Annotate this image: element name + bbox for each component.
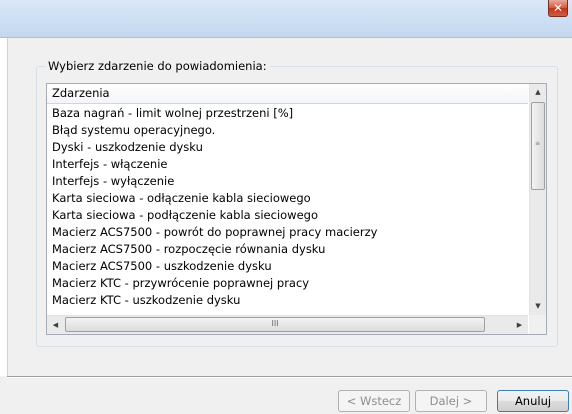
scroll-down-icon[interactable]: ▼ [530, 298, 546, 315]
cancel-button[interactable]: Anuluj [497, 390, 569, 412]
grip-icon: ≡ [535, 140, 541, 147]
list-item[interactable]: Macierz ACS7500 - powrót do poprawnej pr… [47, 224, 528, 241]
list-item[interactable]: Macierz KTC - uszkodzenie dysku [47, 292, 528, 309]
list-item[interactable]: Interfejs - wyłączenie [47, 173, 528, 190]
vertical-scroll-thumb[interactable]: ≡ [531, 102, 545, 190]
horizontal-scrollbar[interactable]: ◀ III ▶ [47, 315, 528, 334]
hgrip-icon: III [271, 319, 279, 328]
list-item[interactable]: Karta sieciowa - podłączenie kabla sieci… [47, 207, 528, 224]
list-item[interactable]: Interfejs - włączenie [47, 156, 528, 173]
footer-separator [7, 376, 572, 378]
list-item[interactable]: Błąd systemu operacyjnego. [47, 122, 528, 139]
list-item[interactable]: Karta sieciowa - odłączenie kabla siecio… [47, 190, 528, 207]
scroll-right-icon[interactable]: ▶ [511, 316, 528, 334]
back-button[interactable]: < Wstecz [338, 390, 410, 412]
scroll-corner [529, 315, 546, 334]
wizard-content: Wybierz zdarzenie do powiadomienia: Zdar… [7, 38, 572, 381]
next-button[interactable]: Dalej > [415, 390, 487, 412]
scroll-left-icon[interactable]: ◀ [47, 316, 64, 334]
horizontal-scroll-thumb[interactable]: III [65, 317, 485, 332]
event-groupbox: Wybierz zdarzenie do powiadomienia: Zdar… [36, 59, 558, 347]
list-item[interactable]: Macierz KTC - przywrócenie poprawnej pra… [47, 275, 528, 292]
event-listview[interactable]: Zdarzenia Baza nagrań - limit wolnej prz… [46, 83, 547, 335]
list-item[interactable]: Baza nagrań - limit wolnej przestrzeni [… [47, 105, 528, 122]
group-legend: Wybierz zdarzenie do powiadomienia: [45, 59, 270, 73]
list-item[interactable]: Dyski - uszkodzenie dysku [47, 139, 528, 156]
column-header-events[interactable]: Zdarzenia [47, 84, 528, 104]
title-bar: ✕ [0, 0, 572, 38]
close-icon: ✕ [552, 1, 564, 15]
scroll-up-icon[interactable]: ▲ [530, 84, 546, 101]
list-item[interactable]: Macierz ACS7500 - uszkodzenie dysku [47, 258, 528, 275]
event-rows: Baza nagrań - limit wolnej przestrzeni [… [47, 105, 528, 315]
list-item[interactable]: Macierz ACS7500 - rozpoczęcie równania d… [47, 241, 528, 258]
close-button[interactable]: ✕ [548, 0, 568, 17]
vertical-scrollbar[interactable]: ▲ ≡ ▼ [529, 84, 546, 315]
